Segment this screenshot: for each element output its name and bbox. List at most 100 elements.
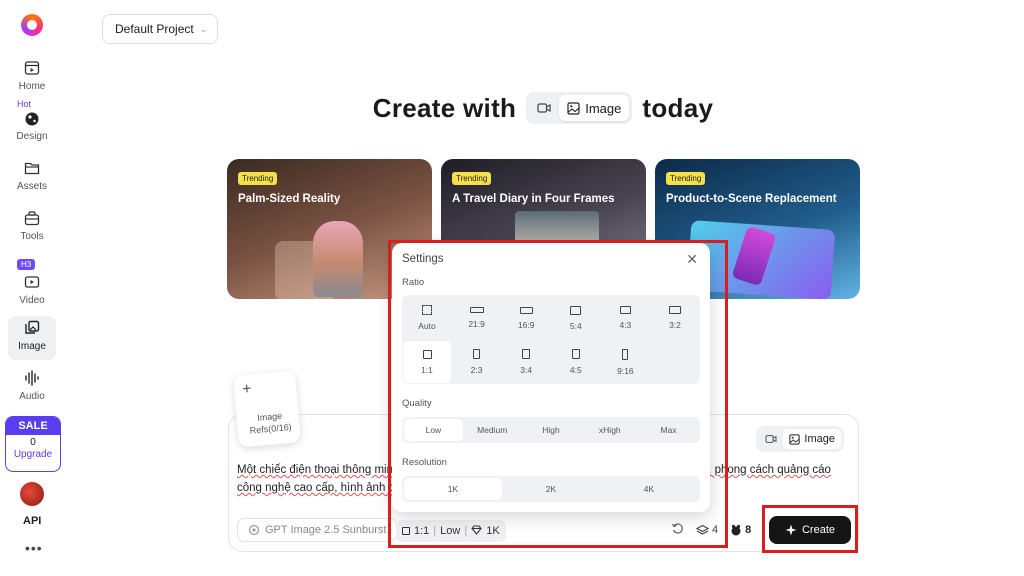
app-root: Home Hot Design Assets Tools H3 Video Im… (0, 0, 1024, 576)
ratio-option-label: 3:4 (520, 365, 533, 375)
credits-indicator: 8 (730, 524, 751, 536)
resolution-option-2k[interactable]: 2K (502, 478, 600, 500)
credit-icon (731, 524, 741, 536)
ratio-option-1x1[interactable]: 1:1 (403, 341, 451, 383)
sidebar-item-tools[interactable]: Tools (8, 206, 56, 250)
quality-option-max[interactable]: Max (639, 419, 698, 441)
sidebar-item-label: Video (19, 295, 45, 306)
ratio-shape-icon (619, 306, 631, 314)
trending-badge: Trending (666, 172, 706, 185)
model-icon (248, 524, 260, 536)
ratio-shape-icon (473, 349, 481, 359)
plus-icon: + (241, 380, 253, 399)
image-icon (567, 101, 580, 115)
prompt-tools: 4 8 (671, 522, 751, 538)
mode-switch: Image (526, 92, 633, 124)
sidebar-item-video[interactable]: Video (8, 270, 56, 314)
sidebar-item-assets[interactable]: Assets (8, 156, 56, 200)
app-logo[interactable] (21, 14, 43, 36)
diamond-icon (471, 524, 482, 538)
ratio-option-5x4[interactable]: 5:4 (552, 297, 600, 339)
layers-count: 4 (712, 524, 719, 536)
quality-option-high[interactable]: High (522, 419, 581, 441)
card-title: A Travel Diary in Four Frames (452, 193, 615, 205)
settings-popover: Settings ✕ Ratio Auto 21:9 16:9 5:4 4:3 3:2 1:… (392, 243, 710, 512)
resolution-value: 1K (486, 525, 500, 537)
layers-count-button[interactable]: 4 (696, 524, 718, 537)
video-mode-icon[interactable] (759, 434, 783, 444)
image-mode-button[interactable]: Image (783, 429, 841, 449)
video-mode-icon[interactable] (529, 102, 559, 114)
resolution-label: Resolution (402, 457, 447, 468)
quality-option-medium[interactable]: Medium (463, 419, 522, 441)
ratio-option-4x3[interactable]: 4:3 (601, 297, 649, 339)
upgrade-link[interactable]: Upgrade (6, 449, 60, 460)
card-image (313, 221, 363, 297)
hero-post: today (642, 92, 714, 123)
ratio-option-16x9[interactable]: 16:9 (502, 297, 550, 339)
prompt-mode-switch: Image (756, 426, 844, 452)
ratio-option-21x9[interactable]: 21:9 (453, 297, 501, 339)
ratio-label: Ratio (402, 277, 425, 288)
ratio-option-label: 3:2 (669, 320, 681, 330)
sidebar-item-label: Audio (19, 391, 45, 402)
ratio-option-label: 2:3 (470, 365, 483, 375)
sale-upgrade-card[interactable]: SALE 0 Upgrade (5, 416, 61, 472)
ratio-option-3x4[interactable]: 3:4 (502, 341, 550, 383)
ratio-option-label: 5:4 (569, 320, 582, 331)
sidebar-item-label: Image (18, 341, 46, 352)
ratio-option-auto[interactable]: Auto (403, 297, 451, 339)
project-label: Default Project (115, 22, 194, 36)
ratio-option-label: 9:16 (617, 365, 634, 376)
ratio-option-label: 21:9 (468, 319, 485, 329)
ratio-shape-icon (522, 349, 531, 359)
separator: | (464, 525, 468, 537)
ratio-option-9x16[interactable]: 9:16 (601, 341, 649, 383)
resolution-option-4k[interactable]: 4K (600, 478, 698, 500)
create-label: Create (801, 524, 836, 536)
ratio-shape-icon (622, 348, 629, 360)
quality-option-xhigh[interactable]: xHigh (580, 419, 639, 441)
create-button[interactable]: Create (769, 516, 851, 544)
home-icon (23, 59, 41, 77)
api-link[interactable]: API (23, 515, 41, 527)
settings-summary-button[interactable]: 1:1 | Low | 1K (396, 520, 506, 542)
ratio-option-2x3[interactable]: 2:3 (453, 341, 501, 383)
ratio-shape-icon (570, 305, 582, 315)
image-mode-button[interactable]: Image (559, 95, 630, 121)
ratio-option-3x2[interactable]: 3:2 (651, 297, 699, 339)
ratio-shape-icon (669, 306, 681, 314)
project-selector[interactable]: Default Project ⌄ (102, 14, 218, 44)
ratio-shape-icon (422, 349, 432, 359)
reset-icon[interactable] (671, 522, 684, 538)
quality-option-low[interactable]: Low (404, 419, 463, 441)
image-refs-button[interactable]: + Image Refs(0/16) (232, 370, 302, 448)
ratio-shape-icon (422, 305, 432, 315)
sidebar-item-label: Design (16, 131, 48, 142)
more-icon[interactable]: ••• (25, 540, 43, 556)
ratio-option-4x5[interactable]: 4:5 (552, 341, 600, 383)
image-mode-label: Image (585, 100, 622, 116)
resolution-option-1k[interactable]: 1K (404, 478, 502, 500)
avatar[interactable] (20, 482, 44, 506)
sidebar-item-image[interactable]: Image (8, 316, 56, 360)
sparkle-icon (785, 524, 797, 536)
credits-count: 8 (745, 524, 752, 536)
quality-selector: Low Medium High xHigh Max (402, 417, 700, 443)
chevron-down-icon: ⌄ (199, 23, 208, 34)
sale-title: SALE (6, 417, 60, 435)
sidebar-item-audio[interactable]: Audio (8, 366, 56, 410)
model-selector[interactable]: GPT Image 2.5 Sunburst (237, 518, 398, 542)
ratio-option-label: 1:1 (421, 364, 433, 375)
ratio-option-label: 4:3 (619, 320, 632, 330)
audio-wave-icon (23, 369, 41, 387)
video-icon (23, 273, 41, 291)
quality-value: Low (440, 525, 461, 537)
settings-title: Settings (402, 253, 444, 265)
trending-badge: Trending (452, 172, 492, 185)
sidebar: Home Hot Design Assets Tools H3 Video Im… (0, 0, 64, 576)
toolbox-icon (23, 209, 41, 227)
close-icon[interactable]: ✕ (686, 251, 698, 268)
card-title: Palm-Sized Reality (238, 193, 341, 205)
image-refs-label: Image Refs(0/16) (249, 410, 293, 436)
